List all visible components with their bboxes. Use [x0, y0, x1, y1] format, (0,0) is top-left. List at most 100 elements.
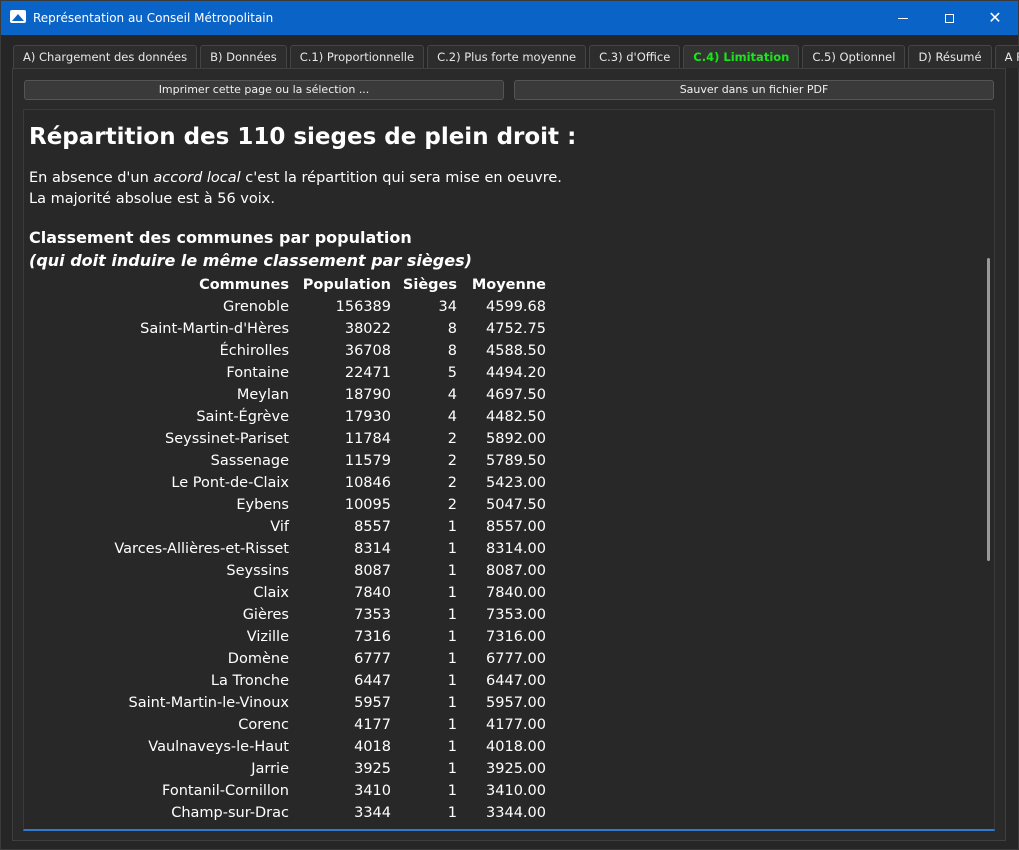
cell-sieges: 1	[447, 739, 457, 755]
cell-commune: Fontanil-Cornillon	[162, 783, 289, 799]
cell-commune: Échirolles	[219, 343, 289, 359]
cell-sieges: 2	[447, 475, 457, 491]
cell-population: 17930	[344, 409, 391, 425]
close-icon: ✕	[988, 8, 1002, 27]
table-row: Sassenage 11579 2 5789.50	[24, 450, 546, 472]
table-row: La Tronche 6447 1 6447.00	[24, 670, 546, 692]
tab-optionnel[interactable]: C.5) Optionnel	[802, 45, 906, 68]
table-row: Domène 6777 1 6777.00	[24, 648, 546, 670]
cell-commune: Claix	[253, 585, 289, 601]
cell-commune: Vizille	[246, 629, 289, 645]
table-row: Saint-Martin-d'Hères 38022 8 4752.75	[24, 318, 546, 340]
cell-commune: Domène	[227, 651, 289, 667]
save-pdf-button[interactable]: Sauver dans un fichier PDF	[514, 80, 994, 100]
print-button[interactable]: Imprimer cette page ou la sélection ...	[24, 80, 504, 100]
cell-moyenne: 7840.00	[486, 585, 546, 601]
cell-commune: Grenoble	[222, 299, 289, 315]
cell-moyenne: 5892.00	[486, 431, 546, 447]
cell-sieges: 1	[447, 717, 457, 733]
minimize-button[interactable]	[880, 1, 926, 35]
tab-donnees[interactable]: B) Données	[200, 45, 287, 68]
cell-moyenne: 3410.00	[486, 783, 546, 799]
app-logo-icon	[10, 10, 26, 23]
header-population: Population	[302, 277, 391, 293]
cell-moyenne: 8314.00	[486, 541, 546, 557]
cell-sieges: 2	[447, 431, 457, 447]
cell-commune: Vif	[270, 519, 289, 535]
cell-population: 7840	[354, 585, 391, 601]
cell-commune: Jarrie	[251, 761, 289, 777]
table-row: Gières 7353 1 7353.00	[24, 604, 546, 626]
cell-moyenne: 4752.75	[486, 321, 546, 337]
cell-population: 18790	[344, 387, 391, 403]
tab-bar: A) Chargement des données B) Données C.1…	[13, 45, 1019, 69]
cell-sieges: 1	[447, 673, 457, 689]
cell-moyenne: 4494.20	[486, 365, 546, 381]
tab-resume[interactable]: D) Résumé	[908, 45, 992, 68]
cell-population: 7316	[354, 629, 391, 645]
cell-commune: Vaulnaveys-le-Haut	[148, 739, 289, 755]
table-header-row: Communes Population Sièges Moyenne	[24, 274, 546, 296]
cell-population: 22471	[344, 365, 391, 381]
cell-population: 10095	[344, 497, 391, 513]
cell-commune: Champ-sur-Drac	[171, 805, 289, 821]
title-bar[interactable]: Représentation au Conseil Métropolitain …	[1, 1, 1018, 35]
table-row: Claix 7840 1 7840.00	[24, 582, 546, 604]
cell-sieges: 1	[447, 629, 457, 645]
table-row: Meylan 18790 4 4697.50	[24, 384, 546, 406]
table-row: Eybens 10095 2 5047.50	[24, 494, 546, 516]
close-button[interactable]: ✕	[972, 1, 1018, 35]
cell-sieges: 2	[447, 453, 457, 469]
communes-table: Communes Population Sièges Moyenne Greno…	[24, 274, 546, 824]
intro-prefix: En absence d'un	[29, 170, 154, 186]
cell-population: 36708	[344, 343, 391, 359]
cell-population: 4177	[354, 717, 391, 733]
cell-moyenne: 7316.00	[486, 629, 546, 645]
cell-sieges: 1	[447, 585, 457, 601]
vertical-scrollbar[interactable]	[987, 258, 990, 561]
tab-a-propos[interactable]: A Propos	[994, 45, 1019, 68]
cell-population: 3344	[354, 805, 391, 821]
maximize-button[interactable]	[926, 1, 972, 35]
header-communes: Communes	[199, 277, 289, 293]
table-row: Saint-Martin-le-Vinoux 5957 1 5957.00	[24, 692, 546, 714]
cell-sieges: 1	[447, 695, 457, 711]
cell-moyenne: 6777.00	[486, 651, 546, 667]
section-title: Classement des communes par population	[29, 228, 412, 247]
cell-sieges: 1	[447, 607, 457, 623]
cell-commune: La Tronche	[210, 673, 289, 689]
cell-population: 8557	[354, 519, 391, 535]
cell-commune: Le Pont-de-Claix	[171, 475, 289, 491]
cell-population: 11784	[344, 431, 391, 447]
cell-moyenne: 6447.00	[486, 673, 546, 689]
cell-commune: Corenc	[238, 717, 289, 733]
cell-moyenne: 4599.68	[486, 299, 546, 315]
cell-moyenne: 7353.00	[486, 607, 546, 623]
table-row: Seyssins 8087 1 8087.00	[24, 560, 546, 582]
cell-population: 6447	[354, 673, 391, 689]
table-row: Fontanil-Cornillon 3410 1 3410.00	[24, 780, 546, 802]
cell-commune: Seyssinet-Pariset	[164, 431, 289, 447]
cell-moyenne: 3344.00	[486, 805, 546, 821]
header-moyenne: Moyenne	[471, 277, 546, 293]
tab-plus-forte-moyenne[interactable]: C.2) Plus forte moyenne	[427, 45, 587, 68]
table-row: Vif 8557 1 8557.00	[24, 516, 546, 538]
cell-population: 4018	[354, 739, 391, 755]
tab-proportionnelle[interactable]: C.1) Proportionnelle	[289, 45, 425, 68]
table-row: Le Pont-de-Claix 10846 2 5423.00	[24, 472, 546, 494]
cell-commune: Fontaine	[226, 365, 289, 381]
tab-chargement[interactable]: A) Chargement des données	[13, 45, 198, 68]
cell-moyenne: 4482.50	[486, 409, 546, 425]
cell-sieges: 4	[447, 409, 457, 425]
tab-d-office[interactable]: C.3) d'Office	[589, 45, 681, 68]
cell-sieges: 8	[447, 343, 457, 359]
maximize-icon	[944, 13, 954, 23]
tab-panel: Imprimer cette page ou la sélection ... …	[12, 68, 1006, 841]
report-view[interactable]: Répartition des 110 sieges de plein droi…	[23, 109, 995, 831]
cell-population: 156389	[335, 299, 391, 315]
cell-population: 10846	[344, 475, 391, 491]
tab-limitation[interactable]: C.4) Limitation	[683, 45, 800, 68]
cell-commune: Seyssins	[226, 563, 289, 579]
cell-commune: Saint-Martin-le-Vinoux	[128, 695, 289, 711]
cell-sieges: 1	[447, 783, 457, 799]
